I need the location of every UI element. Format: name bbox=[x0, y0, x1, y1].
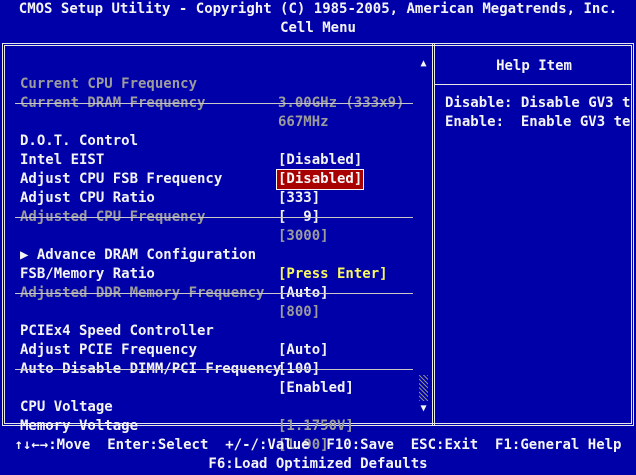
key-hint-key: ESC bbox=[410, 437, 437, 453]
key-hint-move: ↑↓←→:Move bbox=[14, 437, 91, 453]
setting-dot-control[interactable]: D.O.T. Control [Disabled] bbox=[20, 113, 415, 168]
setting-adjusted-ddr-memory-frequency: Adjusted DDR Memory Frequency [800] bbox=[20, 265, 415, 320]
help-panel-divider bbox=[432, 43, 436, 426]
help-title-separator bbox=[435, 84, 631, 85]
setting-adjust-cpu-fsb-frequency[interactable]: Adjust CPU FSB Frequency [333] bbox=[20, 151, 415, 206]
title-bar: CMOS Setup Utility - Copyright (C) 1985-… bbox=[18, 1, 618, 17]
key-hint-exit: ESC:Exit bbox=[410, 437, 479, 453]
setting-current-dram-frequency: Current DRAM Frequency 667MHz bbox=[20, 75, 415, 130]
scroll-down-arrow-icon[interactable]: ▼ bbox=[417, 401, 430, 416]
setting-pciex4-speed-controller[interactable]: PCIEx4 Speed Controller [Auto] bbox=[20, 303, 415, 358]
setting-value[interactable]: [1.1750V] bbox=[278, 417, 354, 436]
key-hint-select: Enter:Select bbox=[107, 437, 209, 453]
key-hint-help: F1:General Help bbox=[495, 437, 622, 453]
key-hint-label: Save bbox=[360, 437, 394, 453]
setting-fsb-memory-ratio[interactable]: FSB/Memory Ratio [Auto] bbox=[20, 246, 415, 301]
key-hint-key: F10 bbox=[326, 437, 352, 453]
help-text-line: Enable: Enable GV3 te bbox=[445, 114, 631, 130]
setting-current-cpu-frequency: Current CPU Frequency 3.00GHz (333x9) bbox=[20, 56, 415, 111]
setting-auto-disable-dimm-pci-frequency[interactable]: Auto Disable DIMM/PCI Frequency [Enabled… bbox=[20, 341, 415, 396]
scroll-thumb[interactable] bbox=[419, 71, 428, 375]
key-hint-label: Select bbox=[157, 437, 209, 453]
scrollbar[interactable]: ▲ ▼ bbox=[417, 56, 430, 416]
group-separator bbox=[15, 369, 413, 370]
submenu-advance-dram-configuration[interactable]: ▶ Advance DRAM Configuration [Press Ente… bbox=[20, 227, 415, 282]
scroll-up-arrow-icon[interactable]: ▲ bbox=[417, 56, 430, 71]
group-separator bbox=[15, 103, 413, 104]
key-hint-label: General Help bbox=[520, 437, 622, 453]
group-separator bbox=[15, 293, 413, 294]
setting-adjusted-cpu-frequency: Adjusted CPU Frequency [3000] bbox=[20, 189, 415, 244]
setting-cpu-voltage[interactable]: CPU Voltage [1.1750V] bbox=[20, 379, 415, 434]
key-legend: ↑↓←→:Move Enter:Select +/-/:Value F10:Sa… bbox=[0, 436, 636, 455]
key-hint-save: F10:Save bbox=[326, 437, 394, 453]
setting-label: Memory Voltage bbox=[20, 418, 139, 434]
setting-intel-eist[interactable]: Intel EIST [Disabled] bbox=[20, 132, 415, 190]
key-hint-label: Move bbox=[56, 437, 91, 453]
key-hint-value: +/-/:Value bbox=[225, 437, 310, 453]
help-text-line: Disable: Disable GV3 t bbox=[445, 95, 631, 111]
key-hint-label: Exit bbox=[444, 437, 479, 453]
key-hint-load-defaults: F6:Load Optimized Defaults bbox=[208, 456, 428, 472]
setting-adjust-cpu-ratio[interactable]: Adjust CPU Ratio [ 9] bbox=[20, 170, 415, 225]
key-hint-key: Enter bbox=[107, 437, 150, 453]
setting-memory-voltage[interactable]: Memory Voltage [1.90] bbox=[20, 398, 415, 453]
key-hint-key: F1 bbox=[495, 437, 512, 453]
help-panel-title: Help Item bbox=[496, 58, 572, 74]
key-hint-key: +/-/ bbox=[225, 437, 259, 453]
menu-title: Cell Menu bbox=[280, 20, 356, 36]
setting-adjust-pcie-frequency[interactable]: Adjust PCIE Frequency [100] bbox=[20, 322, 415, 377]
arrow-keys-icon: ↑↓←→ bbox=[14, 437, 49, 453]
key-hint-label: Value bbox=[267, 437, 310, 453]
group-separator bbox=[15, 217, 413, 218]
